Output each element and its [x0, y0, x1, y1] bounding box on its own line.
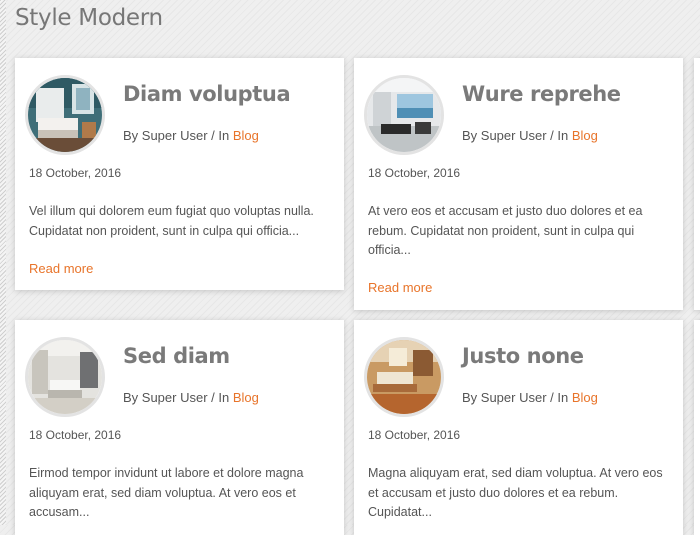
post-card: Justo none By Super User / In Blog 18 Oc…	[354, 320, 683, 535]
post-date: 18 October, 2016	[368, 428, 461, 442]
post-excerpt: Magna aliquyam erat, sed diam voluptua. …	[368, 466, 663, 519]
post-card: Wure reprehe By Super User / In Blog 18 …	[354, 58, 683, 310]
section-title: Style Modern	[15, 5, 163, 31]
post-meta: By Super User / In Blog	[462, 390, 598, 405]
post-author: By Super User / In	[123, 128, 230, 143]
post-author: By Super User / In	[462, 128, 569, 143]
post-thumbnail[interactable]	[25, 337, 105, 417]
post-excerpt: Eirmod tempor invidunt ut labore et dolo…	[29, 466, 304, 519]
post-category-link[interactable]: Blog	[572, 390, 598, 405]
left-border-strip	[0, 0, 6, 525]
post-date: 18 October, 2016	[29, 166, 122, 180]
post-excerpt: Vel illum qui dolorem eum fugiat quo vol…	[29, 204, 314, 238]
read-more-link[interactable]: Read more	[368, 280, 432, 295]
post-thumbnail[interactable]	[364, 75, 444, 155]
post-date: 18 October, 2016	[368, 166, 461, 180]
post-date: 18 October, 2016	[29, 428, 122, 442]
warm-living-room-photo	[367, 340, 441, 414]
post-category-link[interactable]: Blog	[572, 128, 598, 143]
post-category-link[interactable]: Blog	[233, 390, 259, 405]
post-card: Diam voluptua By Super User / In Blog 18…	[15, 58, 344, 290]
post-thumbnail[interactable]	[364, 337, 444, 417]
ocean-view-room-photo	[367, 78, 441, 152]
read-more-link[interactable]: Read more	[29, 261, 93, 276]
post-meta: By Super User / In Blog	[462, 128, 598, 143]
post-author: By Super User / In	[123, 390, 230, 405]
post-title[interactable]: Justo none	[462, 344, 584, 368]
post-meta: By Super User / In Blog	[123, 128, 259, 143]
white-lounge-photo	[28, 340, 102, 414]
post-card: Sed diam By Super User / In Blog 18 Octo…	[15, 320, 344, 535]
post-meta: By Super User / In Blog	[123, 390, 259, 405]
partial-card-edge	[694, 58, 700, 310]
post-title[interactable]: Wure reprehe	[462, 82, 621, 106]
post-title[interactable]: Sed diam	[123, 344, 230, 368]
post-title[interactable]: Diam voluptua	[123, 82, 291, 106]
post-excerpt: At vero eos et accusam et justo duo dolo…	[368, 204, 643, 257]
post-category-link[interactable]: Blog	[233, 128, 259, 143]
bedroom-canopy-photo	[28, 78, 102, 152]
post-thumbnail[interactable]	[25, 75, 105, 155]
partial-card-edge	[694, 320, 700, 535]
post-author: By Super User / In	[462, 390, 569, 405]
